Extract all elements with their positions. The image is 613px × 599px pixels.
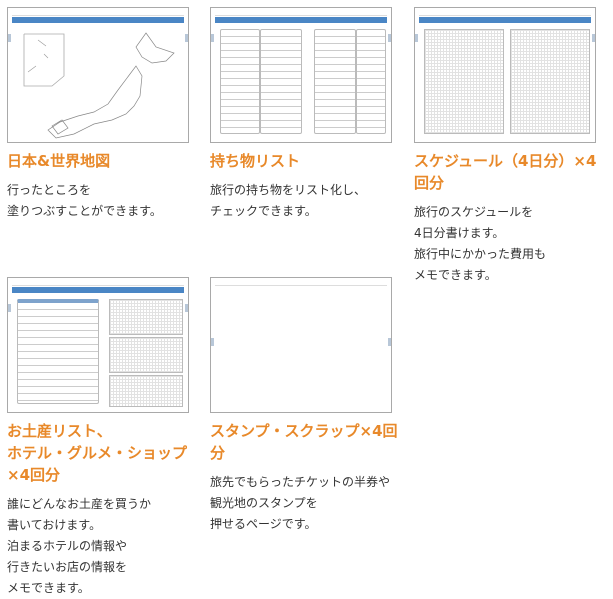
- title-line: スケジュール（4日分）×4回分: [414, 152, 597, 192]
- title-line: お土産リスト、: [7, 422, 112, 440]
- title-line: 日本&世界地図: [7, 152, 111, 170]
- souvenir-hotel-thumbnail[interactable]: [7, 277, 189, 413]
- desc-line: 塗りつぶすことができます。: [7, 204, 162, 218]
- product-item-map: 日本&世界地図 行ったところを 塗りつぶすことができます。: [7, 7, 202, 222]
- item-title: 日本&世界地図: [7, 150, 202, 172]
- item-title: スタンプ・スクラップ×4回分: [210, 420, 405, 464]
- desc-line: メモできます。: [7, 581, 90, 595]
- item-title: 持ち物リスト: [210, 150, 405, 172]
- item-description: 行ったところを 塗りつぶすことができます。: [7, 180, 202, 222]
- packing-list-thumbnail[interactable]: [210, 7, 392, 143]
- desc-line: 旅行の持ち物をリスト化し、: [210, 183, 367, 197]
- item-title: お土産リスト、 ホテル・グルメ・ショップ×4回分: [7, 420, 202, 486]
- title-line: スタンプ・スクラップ×4回分: [210, 422, 398, 462]
- item-title: スケジュール（4日分）×4回分: [414, 150, 609, 194]
- item-description: 旅行のスケジュールを 4日分書けます。 旅行中にかかった費用も メモできます。: [414, 202, 609, 286]
- desc-line: 押せるページです。: [210, 517, 317, 531]
- schedule-thumbnail[interactable]: [414, 7, 596, 143]
- product-item-souvenir-hotel: お土産リスト、 ホテル・グルメ・ショップ×4回分 誰にどんなお土産を買うか 書い…: [7, 277, 202, 599]
- title-line: 持ち物リスト: [210, 152, 301, 170]
- product-item-schedule: スケジュール（4日分）×4回分 旅行のスケジュールを 4日分書けます。 旅行中に…: [414, 7, 609, 286]
- desc-line: 旅行のスケジュールを: [414, 205, 534, 219]
- desc-line: メモできます。: [414, 268, 497, 282]
- desc-line: チェックできます。: [210, 204, 317, 218]
- desc-line: 観光地のスタンプを: [210, 496, 318, 510]
- item-description: 旅先でもらったチケットの半券や 観光地のスタンプを 押せるページです。: [210, 472, 405, 535]
- item-description: 誰にどんなお土産を買うか 書いておけます。 泊まるホテルの情報や 行きたいお店の…: [7, 494, 202, 599]
- japan-map-image: [23, 32, 175, 139]
- product-item-stamp-scrap: スタンプ・スクラップ×4回分 旅先でもらったチケットの半券や 観光地のスタンプを…: [210, 277, 405, 535]
- product-item-packing-list: 持ち物リスト 旅行の持ち物をリスト化し、 チェックできます。: [210, 7, 405, 222]
- desc-line: 泊まるホテルの情報や: [7, 539, 128, 553]
- title-line: ホテル・グルメ・ショップ×4回分: [7, 444, 188, 484]
- desc-line: 行ったところを: [7, 183, 92, 197]
- desc-line: 4日分書けます。: [414, 226, 505, 240]
- desc-line: 旅先でもらったチケットの半券や: [210, 475, 391, 489]
- desc-line: 行きたいお店の情報を: [7, 560, 128, 574]
- desc-line: 書いておけます。: [7, 518, 102, 532]
- item-description: 旅行の持ち物をリスト化し、 チェックできます。: [210, 180, 405, 222]
- desc-line: 旅行中にかかった費用も: [414, 247, 547, 261]
- stamp-scrap-thumbnail[interactable]: [210, 277, 392, 413]
- map-thumbnail[interactable]: [7, 7, 189, 143]
- desc-line: 誰にどんなお土産を買うか: [7, 497, 152, 511]
